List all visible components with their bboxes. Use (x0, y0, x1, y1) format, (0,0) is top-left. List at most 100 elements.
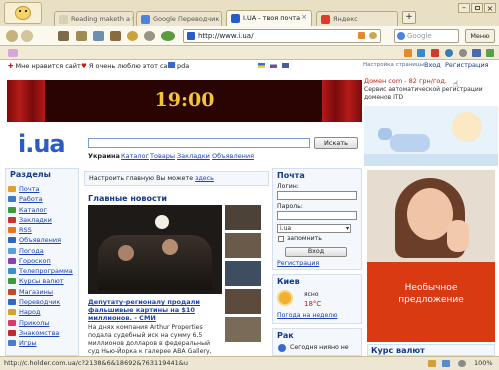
section-dating[interactable]: Знакомства (8, 329, 59, 337)
browser-logo-icon[interactable] (4, 2, 42, 24)
news-main-photo[interactable] (88, 205, 222, 294)
section-catalog[interactable]: Каталог (8, 206, 47, 214)
section-weather[interactable]: Погода (8, 247, 44, 255)
mail-login-button[interactable]: Вход (285, 247, 347, 257)
mail-title: Почта (277, 171, 305, 180)
status-icon-1[interactable] (428, 360, 436, 367)
section-translator[interactable]: Переводчик (8, 298, 60, 306)
wrench-icon[interactable] (58, 31, 69, 41)
pda-link[interactable]: pda (168, 62, 189, 70)
password-input[interactable] (277, 211, 357, 220)
close-window-button[interactable]: × (484, 3, 496, 13)
section-jokes[interactable]: Приколы (8, 319, 49, 327)
paint-icon[interactable] (93, 31, 104, 41)
bookmark-star-icon[interactable] (369, 32, 377, 39)
section-ads[interactable]: Объявления (8, 236, 61, 244)
domain-ad-text[interactable]: Сервис автоматической регистрации домено… (364, 86, 494, 102)
iua-logo[interactable]: i.ua (18, 130, 66, 158)
register-link[interactable]: Регистрация (445, 61, 489, 69)
section-mail[interactable]: Почта (8, 185, 39, 193)
clock-banner[interactable]: 19:00 (7, 80, 362, 122)
maximize-button[interactable] (471, 3, 483, 13)
mail-register-link[interactable]: Регистрация (277, 260, 319, 267)
currency-title[interactable]: Курс валют (371, 346, 425, 355)
section-work[interactable]: Работа (8, 195, 43, 203)
zoom-level[interactable]: 100% (474, 359, 493, 367)
crowd-shape (98, 235, 212, 290)
tab-iua[interactable]: I.UA - твоя почта × (226, 10, 312, 27)
section-shops[interactable]: Магазины (8, 288, 53, 296)
address-bar[interactable]: http://www.i.ua/ (183, 29, 381, 43)
tab-label: Google Переводчик (153, 15, 220, 23)
section-games[interactable]: Игры (8, 339, 37, 347)
cancer-sign-icon (278, 344, 286, 352)
rss-icon[interactable] (358, 32, 365, 39)
close-tab-icon[interactable]: × (301, 13, 307, 21)
mail-icon[interactable] (472, 49, 481, 57)
search-input[interactable] (88, 138, 310, 148)
menu-button[interactable]: Меню (465, 29, 495, 43)
tab-google-translate[interactable]: Google Переводчик (136, 11, 222, 26)
login-input[interactable] (277, 191, 357, 200)
search-engine-field[interactable]: Google (394, 29, 459, 43)
search-tab-goods[interactable]: Товары (150, 152, 175, 160)
leaf-icon[interactable] (161, 31, 175, 41)
rss-feed-icon[interactable] (404, 49, 412, 57)
auction-paddle (155, 215, 169, 229)
flag-en-icon[interactable] (282, 63, 289, 68)
flag-ru-icon[interactable] (270, 63, 277, 68)
addon-icon[interactable] (8, 49, 18, 57)
star-icon[interactable] (127, 31, 138, 41)
download-arrow-icon[interactable] (486, 49, 494, 57)
broom-icon[interactable] (76, 31, 87, 41)
zoom-icon[interactable] (458, 360, 466, 367)
section-rss[interactable]: RSS (8, 226, 32, 234)
back-icon[interactable] (6, 30, 18, 42)
remember-checkbox[interactable] (278, 236, 284, 242)
section-bookmarks[interactable]: Закладки (8, 216, 52, 224)
page-settings-link[interactable]: Настройка страницы (363, 62, 424, 68)
navigation-toolbar: http://www.i.ua/ Google Меню (0, 26, 499, 46)
domain-value: i.ua (280, 225, 292, 232)
section-currency[interactable]: Курсы валют (8, 277, 64, 285)
search-tab-catalog[interactable]: Каталог (121, 152, 149, 160)
settings-icon[interactable] (459, 49, 467, 57)
globe-icon[interactable] (445, 49, 453, 57)
forward-icon[interactable] (21, 30, 33, 42)
minimize-button[interactable]: – (458, 3, 470, 13)
news-thumb-5[interactable] (225, 317, 261, 342)
home-icon[interactable] (110, 31, 121, 41)
section-horoscope[interactable]: Гороскоп (8, 257, 51, 265)
cow-illustration[interactable] (364, 106, 498, 166)
domain-ad-title[interactable]: Домен com - 82 грн/год. (364, 77, 447, 85)
domain-select[interactable]: i.ua ▾ (277, 224, 351, 233)
news-headline-link[interactable]: Депутату-регионалу продали фальшивые кар… (88, 298, 222, 322)
google-icon[interactable] (397, 32, 405, 40)
news-thumb-2[interactable] (225, 233, 261, 258)
customize-link[interactable]: здесь (195, 175, 214, 182)
flag-ua-icon[interactable] (258, 63, 265, 68)
promo-ad[interactable]: Необычное предложение (367, 170, 495, 342)
search-button[interactable]: Искать (314, 137, 358, 149)
search-tab-ukraine[interactable]: Украина (88, 152, 120, 160)
status-icon-2[interactable] (442, 360, 450, 367)
horoscope-title[interactable]: Рак (277, 331, 294, 340)
history-icon[interactable] (144, 31, 155, 41)
tab-reading[interactable]: Reading maketh a full ... (54, 11, 134, 26)
like-site-link[interactable]: ✚ Мне нравится сайт (8, 62, 81, 70)
news-thumb-1[interactable] (225, 205, 261, 230)
section-tv[interactable]: Телепрограмма (8, 267, 73, 275)
tab-yandex[interactable]: Яндекс (316, 11, 398, 26)
search-tab-ads[interactable]: Объявления (212, 152, 254, 160)
weather-week-link[interactable]: Погода на неделю (277, 312, 337, 319)
search-tab-bookmarks[interactable]: Закладки (177, 152, 210, 160)
love-site-link[interactable]: ♥ Я очень люблю этот сайт (81, 62, 176, 70)
weather-city[interactable]: Киев (277, 277, 300, 286)
login-link[interactable]: Вход (424, 61, 441, 69)
section-people[interactable]: Народ (8, 308, 40, 316)
new-tab-button[interactable]: + (402, 11, 416, 24)
news-thumb-4[interactable] (225, 289, 261, 314)
news-thumb-3[interactable] (225, 261, 261, 286)
download-icon[interactable] (417, 49, 425, 57)
flag-icon[interactable] (431, 49, 439, 57)
